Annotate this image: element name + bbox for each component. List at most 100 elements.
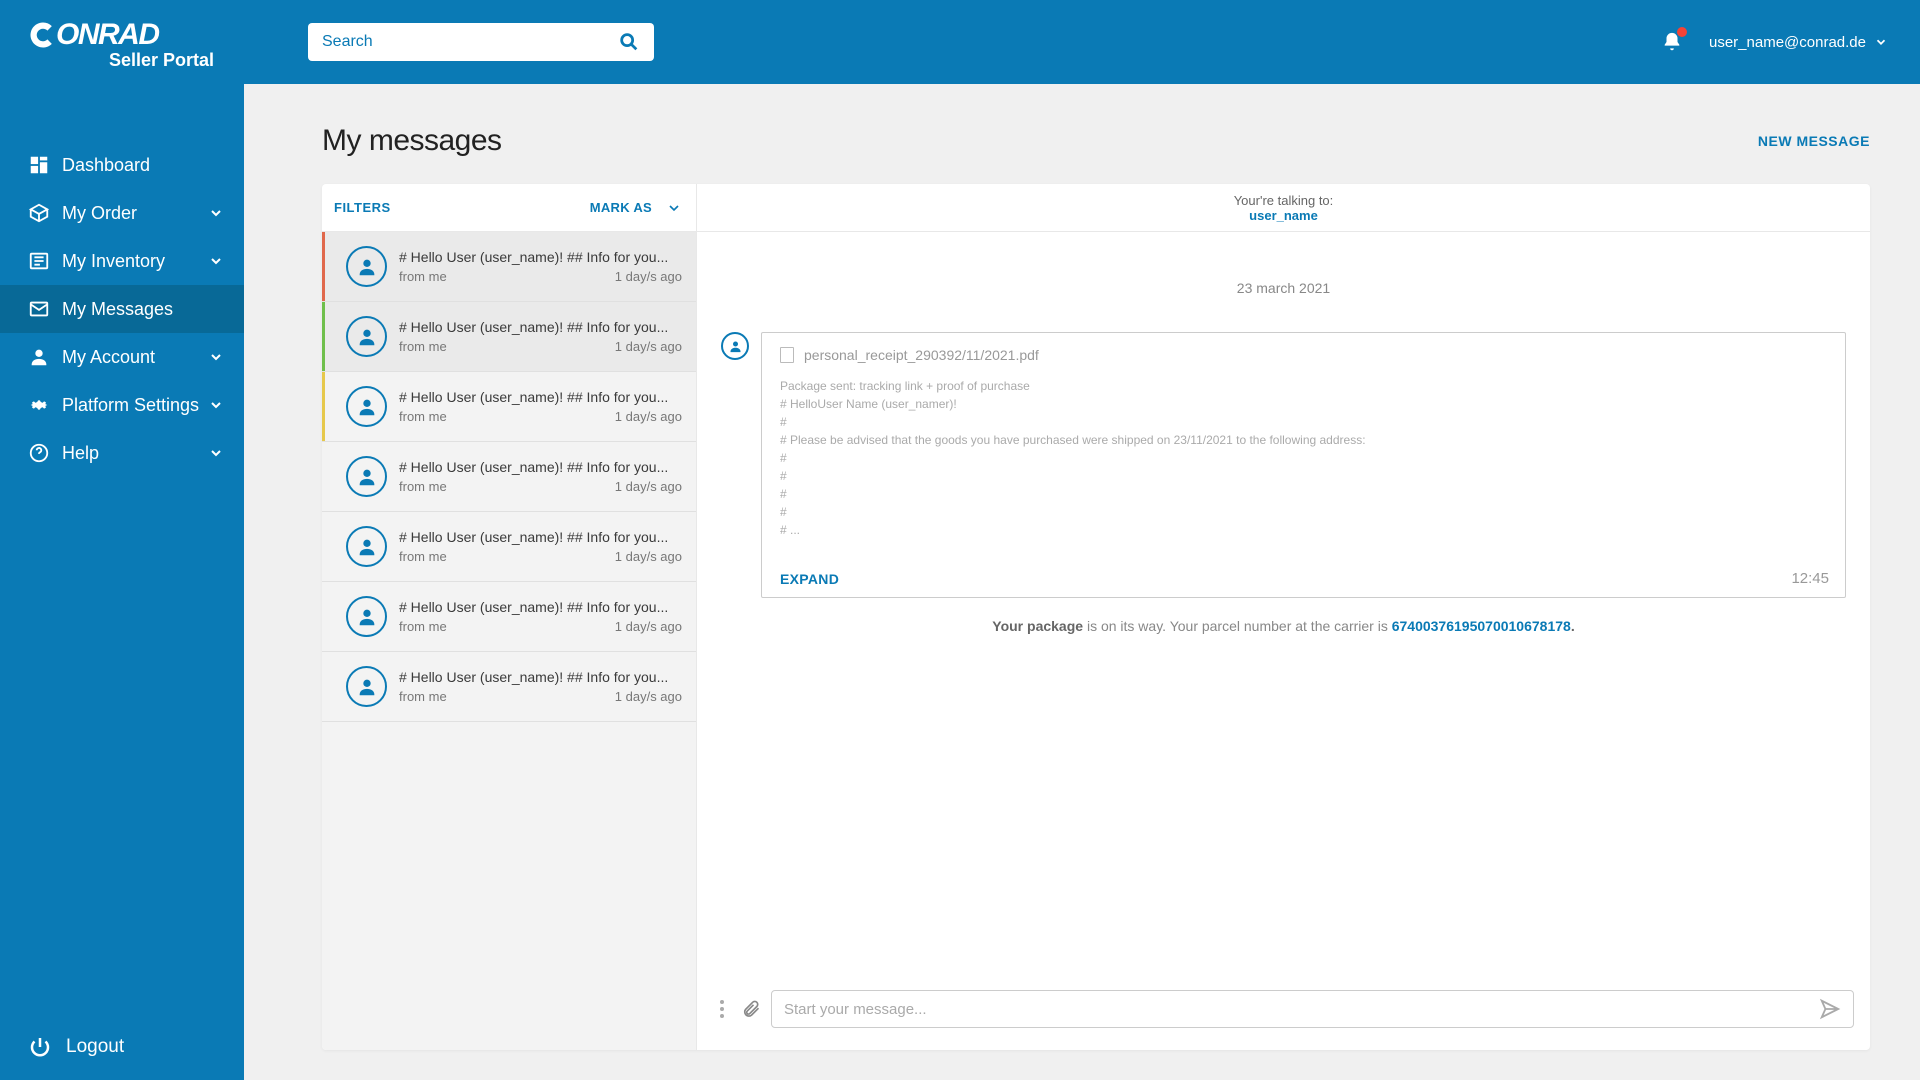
status-mid: is on its way. Your parcel number at the…: [1083, 618, 1392, 634]
message-list-item[interactable]: # Hello User (user_name)! ## Info for yo…: [322, 652, 696, 722]
tracking-number[interactable]: 67400376195070010678178: [1392, 618, 1571, 634]
message-from: from me: [399, 689, 447, 704]
user-menu[interactable]: user_name@conrad.de: [1709, 34, 1888, 51]
sidebar-item-my-messages[interactable]: My Messages: [0, 285, 244, 333]
message-time: 1 day/s ago: [615, 479, 682, 494]
user-email: user_name@conrad.de: [1709, 34, 1866, 51]
topbar: user_name@conrad.de: [244, 0, 1920, 84]
mail-icon: [28, 298, 50, 320]
attachment-name: personal_receipt_290392/11/2021.pdf: [804, 347, 1039, 363]
sidebar-item-label: My Inventory: [62, 251, 165, 272]
message-from: from me: [399, 619, 447, 634]
gear-icon: [28, 394, 50, 416]
notifications-button[interactable]: [1661, 31, 1683, 53]
attachment-row[interactable]: personal_receipt_290392/11/2021.pdf: [780, 347, 1827, 363]
filters-button[interactable]: FILTERS: [334, 200, 391, 215]
sidebar-item-my-account[interactable]: My Account: [0, 333, 244, 381]
sidebar-item-my-order[interactable]: My Order: [0, 189, 244, 237]
message-list-item[interactable]: # Hello User (user_name)! ## Info for yo…: [322, 372, 696, 442]
chevron-down-icon: [208, 445, 224, 461]
chevron-down-icon: [208, 205, 224, 221]
status-color-bar: [322, 232, 325, 301]
message-list-item[interactable]: # Hello User (user_name)! ## Info for yo…: [322, 232, 696, 302]
search-input[interactable]: [322, 33, 618, 51]
sidebar-item-dashboard[interactable]: Dashboard: [0, 141, 244, 189]
message-list-item[interactable]: # Hello User (user_name)! ## Info for yo…: [322, 442, 696, 512]
message-time: 1 day/s ago: [615, 619, 682, 634]
logout-button[interactable]: Logout: [0, 1014, 244, 1080]
attach-icon[interactable]: [741, 998, 761, 1020]
message-subject: # Hello User (user_name)! ## Info for yo…: [399, 529, 682, 545]
message-subject: # Hello User (user_name)! ## Info for yo…: [399, 319, 682, 335]
sidebar-item-platform-settings[interactable]: Platform Settings: [0, 381, 244, 429]
message-subject: # Hello User (user_name)! ## Info for yo…: [399, 599, 682, 615]
sidebar-item-my-inventory[interactable]: My Inventory: [0, 237, 244, 285]
message-list-item[interactable]: # Hello User (user_name)! ## Info for yo…: [322, 512, 696, 582]
mark-as-dropdown[interactable]: MARK AS: [590, 200, 682, 216]
avatar: [346, 456, 387, 497]
dashboard-icon: [28, 154, 50, 176]
talking-to-name: user_name: [1249, 208, 1318, 223]
message-time: 1 day/s ago: [615, 549, 682, 564]
compose-input-wrap[interactable]: [771, 990, 1854, 1028]
message-list-item[interactable]: # Hello User (user_name)! ## Info for yo…: [322, 582, 696, 652]
help-icon: [28, 442, 50, 464]
compose-input[interactable]: [784, 1001, 1819, 1018]
status-color-bar: [322, 652, 325, 721]
page-title: My messages: [322, 124, 502, 158]
message-from: from me: [399, 409, 447, 424]
new-message-button[interactable]: NEW MESSAGE: [1758, 133, 1870, 149]
message-from: from me: [399, 269, 447, 284]
box-icon: [28, 202, 50, 224]
sidebar-item-label: My Messages: [62, 299, 173, 320]
send-icon[interactable]: [1819, 998, 1841, 1020]
message-subject: # Hello User (user_name)! ## Info for yo…: [399, 669, 682, 685]
status-color-bar: [322, 512, 325, 581]
brand-subtitle: Seller Portal: [28, 50, 214, 71]
chevron-down-icon: [208, 349, 224, 365]
brand-logo: ONRAD Seller Portal: [0, 0, 244, 81]
avatar: [346, 526, 387, 567]
avatar: [346, 596, 387, 637]
message-list-item[interactable]: # Hello User (user_name)! ## Info for yo…: [322, 302, 696, 372]
mark-as-label: MARK AS: [590, 200, 652, 215]
message-subject: # Hello User (user_name)! ## Info for yo…: [399, 389, 682, 405]
more-options-button[interactable]: [713, 1000, 731, 1018]
inventory-icon: [28, 250, 50, 272]
status-prefix: Your package: [992, 618, 1083, 634]
avatar: [346, 666, 387, 707]
message-bubble: personal_receipt_290392/11/2021.pdf Pack…: [761, 332, 1846, 598]
search-input-wrap[interactable]: [308, 23, 654, 61]
status-dot: .: [1571, 618, 1575, 634]
message-bubble-row: personal_receipt_290392/11/2021.pdf Pack…: [721, 332, 1846, 598]
logout-label: Logout: [66, 1036, 124, 1058]
message-time: 1 day/s ago: [615, 689, 682, 704]
avatar: [346, 386, 387, 427]
chevron-down-icon: [1874, 35, 1888, 49]
search-icon[interactable]: [618, 31, 640, 53]
message-time: 12:45: [1791, 570, 1829, 587]
status-color-bar: [322, 582, 325, 651]
avatar: [721, 332, 749, 360]
chevron-down-icon: [208, 253, 224, 269]
sidebar-item-label: Dashboard: [62, 155, 150, 176]
message-from: from me: [399, 479, 447, 494]
status-color-bar: [322, 372, 325, 441]
package-status: Your package is on its way. Your parcel …: [721, 618, 1846, 634]
expand-button[interactable]: EXPAND: [780, 571, 1827, 587]
message-from: from me: [399, 549, 447, 564]
sidebar-item-help[interactable]: Help: [0, 429, 244, 477]
message-subject: # Hello User (user_name)! ## Info for yo…: [399, 459, 682, 475]
composer: [697, 980, 1870, 1050]
sidebar-item-label: My Account: [62, 347, 155, 368]
sidebar: ONRAD Seller Portal Dashboard My Order M…: [0, 0, 244, 1080]
power-icon: [28, 1035, 52, 1059]
file-icon: [780, 347, 794, 363]
talking-to-label: Your're talking to:: [1234, 193, 1334, 208]
avatar: [346, 316, 387, 357]
message-subject: # Hello User (user_name)! ## Info for yo…: [399, 249, 682, 265]
message-body: Package sent: tracking link + proof of p…: [780, 377, 1827, 539]
avatar: [346, 246, 387, 287]
status-color-bar: [322, 442, 325, 511]
message-time: 1 day/s ago: [615, 409, 682, 424]
